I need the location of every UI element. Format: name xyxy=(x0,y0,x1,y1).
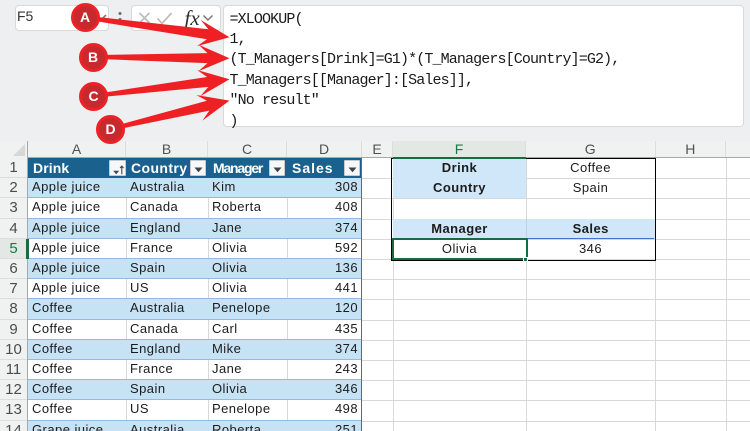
svg-text:fx: fx xyxy=(185,6,201,30)
